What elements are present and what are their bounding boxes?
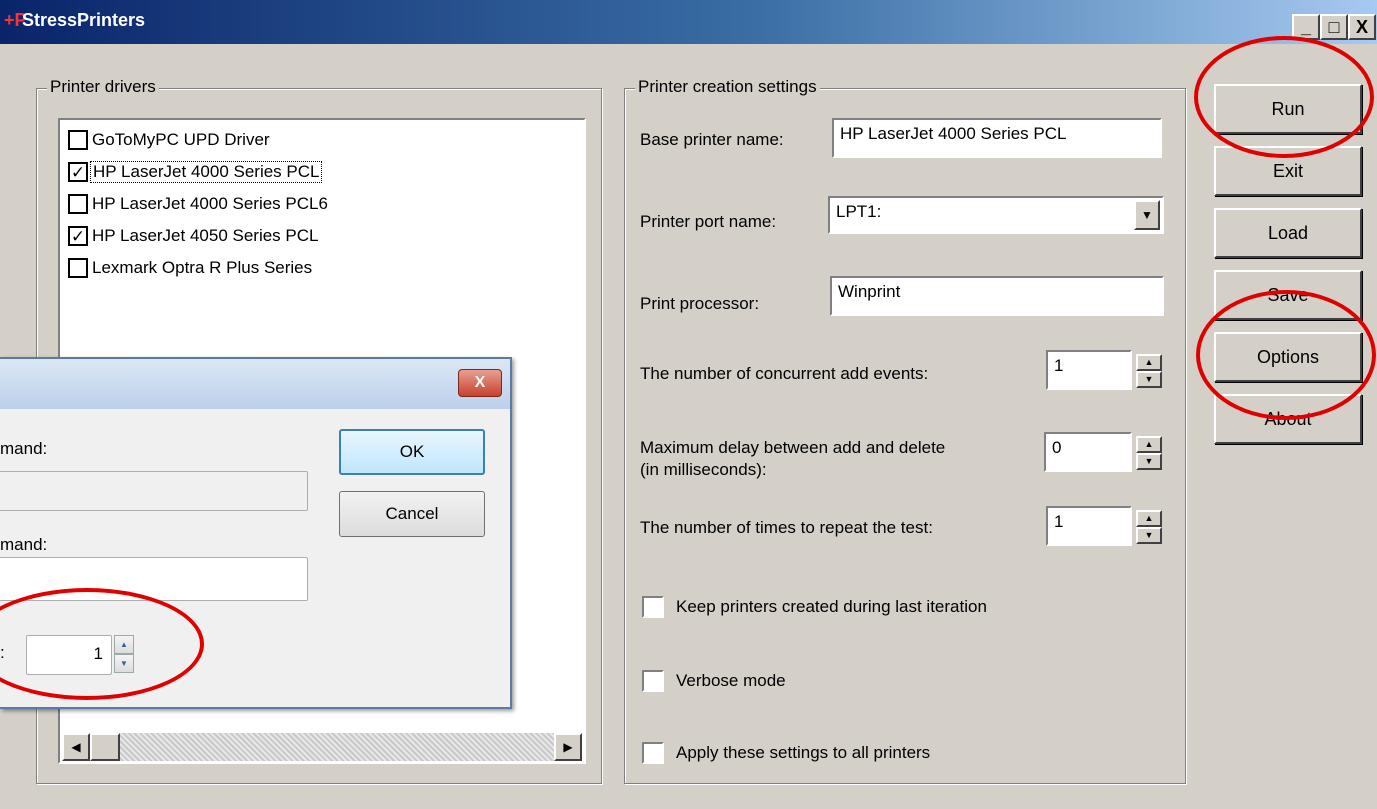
maximize-button[interactable]: □: [1320, 14, 1348, 40]
printer-creation-settings-legend: Printer creation settings: [635, 77, 820, 97]
title-bar[interactable]: +P StressPrinters _ □ X: [0, 0, 1377, 44]
arrow-down-icon: ▼: [1144, 374, 1154, 384]
verbose-mode-checkbox[interactable]: [642, 670, 664, 692]
concurrent-add-events-label: The number of concurrent add events:: [640, 364, 929, 383]
print-processor-input[interactable]: Winprint: [830, 276, 1164, 316]
driver-label: Lexmark Optra R Plus Series: [92, 258, 313, 277]
base-printer-name-label: Base printer name:: [640, 130, 784, 149]
arrow-up-icon: ▲: [1144, 439, 1154, 449]
dialog-close-button[interactable]: X: [458, 369, 502, 397]
port-dropdown-button[interactable]: ▼: [1134, 200, 1160, 230]
driver-checkbox[interactable]: [68, 194, 88, 214]
driver-checkbox[interactable]: [68, 258, 88, 278]
save-button[interactable]: Save: [1214, 270, 1362, 320]
check-icon: ✓: [70, 226, 86, 246]
verbose-mode-label: Verbose mode: [676, 671, 786, 690]
minimize-icon: _: [1300, 17, 1311, 37]
print-processor-label: Print processor:: [640, 294, 760, 313]
load-button[interactable]: Load: [1214, 208, 1362, 258]
close-icon: X: [474, 374, 486, 391]
scroll-thumb[interactable]: [90, 733, 120, 761]
apply-all-label: Apply these settings to all printers: [676, 743, 931, 762]
list-item[interactable]: ✓ HP LaserJet 4050 Series PCL: [68, 222, 320, 250]
window-title: StressPrinters: [22, 10, 146, 30]
about-button[interactable]: About: [1214, 394, 1362, 444]
drivers-horizontal-scrollbar[interactable]: ◀ ▶: [62, 733, 582, 761]
driver-label: GoToMyPC UPD Driver: [92, 130, 270, 149]
driver-label: HP LaserJet 4000 Series PCL6: [92, 194, 328, 213]
printer-port-name-combo[interactable]: LPT1: ▼: [828, 196, 1164, 234]
apply-all-checkbox[interactable]: [642, 742, 664, 764]
arrow-up-icon: ▲: [1144, 357, 1154, 367]
spin-down-button[interactable]: ▼: [1136, 453, 1162, 470]
spin-up-button[interactable]: ▲: [114, 635, 134, 654]
close-icon: X: [1355, 17, 1368, 37]
driver-checkbox[interactable]: ✓: [68, 226, 88, 246]
scroll-left-button[interactable]: ◀: [62, 733, 90, 761]
list-item[interactable]: Lexmark Optra R Plus Series: [68, 254, 314, 282]
keep-printers-checkbox-row[interactable]: Keep printers created during last iterat…: [642, 596, 987, 618]
stressprinters-window: +P StressPrinters _ □ X Printer drivers …: [0, 0, 1377, 809]
options-button[interactable]: Options: [1214, 332, 1362, 382]
exit-button[interactable]: Exit: [1214, 146, 1362, 196]
dialog-command-input-2[interactable]: [0, 557, 308, 601]
arrow-down-icon: ▼: [1144, 456, 1154, 466]
base-printer-name-input[interactable]: HP LaserJet 4000 Series PCL: [832, 118, 1162, 158]
dialog-body: mand: mand: : 1 ▲ ▼ OK Cancel: [0, 409, 508, 707]
dialog-command-label-1: mand:: [0, 439, 48, 458]
arrow-down-icon: ▼: [120, 659, 128, 668]
arrow-down-icon: ▼: [1144, 530, 1154, 540]
arrow-left-icon: ◀: [71, 740, 81, 754]
options-dialog: X mand: mand: : 1 ▲ ▼ OK Cancel: [0, 357, 512, 709]
chevron-down-icon: ▼: [1141, 208, 1153, 222]
spin-up-button[interactable]: ▲: [1136, 510, 1162, 527]
max-delay-label-line1: Maximum delay between add and delete: [640, 438, 946, 457]
dialog-command-label-2: mand:: [0, 535, 48, 554]
minimize-button[interactable]: _: [1292, 14, 1320, 40]
driver-checkbox[interactable]: ✓: [68, 162, 88, 182]
arrow-up-icon: ▲: [1144, 513, 1154, 523]
max-delay-input[interactable]: 0: [1044, 432, 1132, 472]
repeat-test-input[interactable]: 1: [1046, 506, 1132, 546]
dialog-value-input[interactable]: 1: [26, 635, 112, 675]
list-item[interactable]: ✓ HP LaserJet 4000 Series PCL: [68, 158, 323, 186]
printer-port-value: LPT1:: [836, 202, 882, 221]
maximize-icon: □: [1328, 17, 1340, 37]
keep-printers-label: Keep printers created during last iterat…: [676, 597, 987, 616]
run-button[interactable]: Run: [1214, 84, 1362, 134]
driver-label: HP LaserJet 4050 Series PCL: [92, 226, 319, 245]
concurrent-add-events-input[interactable]: 1: [1046, 350, 1132, 390]
spin-down-button[interactable]: ▼: [1136, 371, 1162, 388]
list-item[interactable]: HP LaserJet 4000 Series PCL6: [68, 190, 330, 218]
spin-down-button[interactable]: ▼: [1136, 527, 1162, 544]
spin-up-button[interactable]: ▲: [1136, 436, 1162, 453]
dialog-value-label: :: [0, 643, 5, 662]
max-delay-label-line2: (in milliseconds):: [640, 460, 767, 479]
max-delay-spinner[interactable]: ▲ ▼: [1136, 436, 1162, 470]
arrow-right-icon: ▶: [563, 740, 573, 754]
check-icon: ✓: [70, 162, 86, 182]
apply-all-checkbox-row[interactable]: Apply these settings to all printers: [642, 742, 930, 764]
printer-port-name-label: Printer port name:: [640, 212, 777, 231]
dialog-title-bar[interactable]: X: [0, 359, 510, 409]
driver-label: HP LaserJet 4000 Series PCL: [90, 161, 323, 183]
repeat-test-label: The number of times to repeat the test:: [640, 518, 933, 537]
dialog-ok-button[interactable]: OK: [339, 429, 485, 475]
concurrent-add-events-spinner[interactable]: ▲ ▼: [1136, 354, 1162, 388]
scroll-right-button[interactable]: ▶: [554, 733, 582, 761]
keep-printers-checkbox[interactable]: [642, 596, 664, 618]
dialog-value-spinner[interactable]: ▲ ▼: [114, 635, 134, 673]
repeat-test-spinner[interactable]: ▲ ▼: [1136, 510, 1162, 544]
verbose-mode-checkbox-row[interactable]: Verbose mode: [642, 670, 786, 692]
driver-checkbox[interactable]: [68, 130, 88, 150]
list-item[interactable]: GoToMyPC UPD Driver: [68, 126, 272, 154]
close-button[interactable]: X: [1348, 14, 1376, 40]
dialog-cancel-button[interactable]: Cancel: [339, 491, 485, 537]
printer-drivers-legend: Printer drivers: [47, 77, 159, 97]
spin-down-button[interactable]: ▼: [114, 654, 134, 673]
dialog-command-input-1[interactable]: [0, 471, 308, 511]
arrow-up-icon: ▲: [120, 640, 128, 649]
spin-up-button[interactable]: ▲: [1136, 354, 1162, 371]
